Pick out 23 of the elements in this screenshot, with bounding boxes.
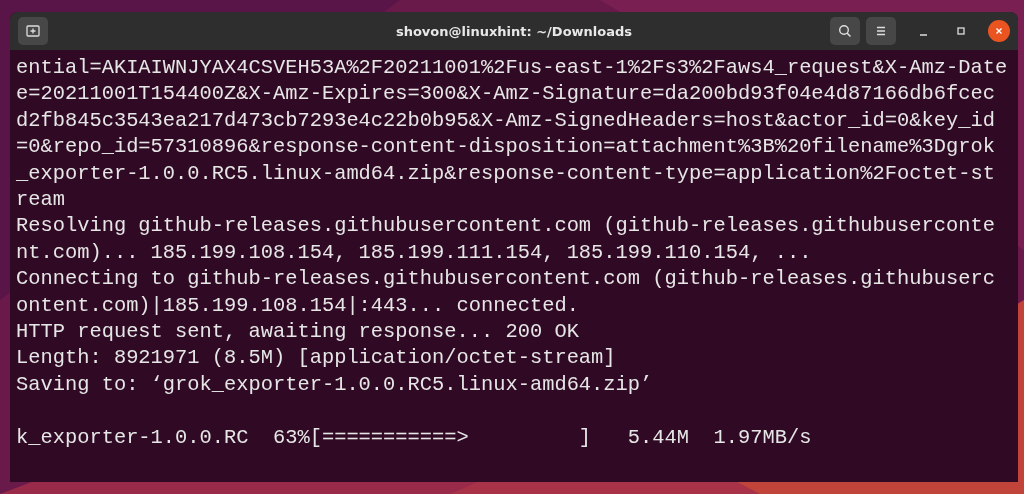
window-title: shovon@linuxhint: ~/Downloads (394, 23, 634, 39)
close-button[interactable] (988, 20, 1010, 42)
maximize-icon (955, 25, 967, 37)
terminal-line: Saving to: ‘grok_exporter-1.0.0.RC5.linux-amd64.zip’ (16, 371, 653, 398)
new-tab-icon (25, 23, 41, 39)
terminal-line: Length: 8921971 (8.5M) [application/octet-stream] (16, 345, 616, 372)
terminal-line: ential=AKIAIWNJYAX4CSVEH53A%2F20211001%2Fus-east-1%2Fs3%2Faws4_request&X-Amz-Date (16, 55, 1008, 81)
new-tab-button[interactable] (18, 17, 48, 45)
terminal-line: ontent.com)|185.199.108.154|:443... connected. (16, 292, 579, 319)
search-icon (837, 23, 853, 39)
minimize-icon (919, 34, 927, 36)
terminal-line: ream (16, 187, 65, 214)
terminal-line: HTTP request sent, awaiting response... 200 OK (16, 319, 579, 346)
menu-button[interactable] (866, 17, 896, 45)
terminal-line: _exporter-1.0.0.RC5.linux-amd64.zip&response-content-type=application%2Foctet-st (16, 160, 995, 187)
progress-line: k_exporter-1.0.0.RC 63%[===========> ] 5.44M 1.97MB/s (16, 424, 812, 451)
search-button[interactable] (830, 17, 860, 45)
terminal-line: Connecting to github-releases.githubusercontent.com (github-releases.githubuserc (16, 266, 995, 293)
terminal-line: Resolving github-releases.githubusercontent.com (github-releases.githubuserconte (16, 213, 995, 240)
terminal-line: =0&repo_id=57310896&response-content-disposition=attachment%3B%20filename%3Dgrok (16, 134, 995, 161)
terminal-line: d2fb845c3543ea217d473cb7293e4c22b0b95&X-Amz-SignedHeaders=host&actor_id=0&key_id (16, 107, 995, 134)
terminal-line: nt.com)... 185.199.108.154, 185.199.111.154, 185.199.110.154, ... (16, 239, 812, 266)
terminal-line: e=20211001T154400Z&X-Amz-Expires=300&X-Amz-Signature=da200bd93f04e4d87166db6fcec (16, 81, 995, 108)
